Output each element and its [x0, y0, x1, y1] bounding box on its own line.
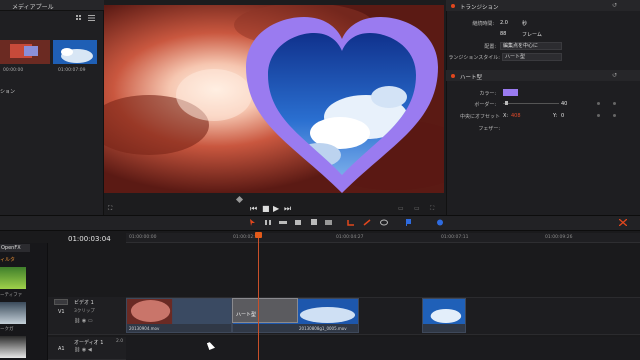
clip-name: 20130904.mov — [129, 326, 160, 331]
effect-thumbnail[interactable] — [0, 267, 26, 289]
track-mute-icon[interactable]: ⛓ ◉ ◀ — [74, 347, 92, 353]
zoom-icon[interactable]: ⛶ — [108, 205, 112, 213]
keyframe-icon[interactable] — [597, 102, 600, 105]
viewer-frame[interactable] — [104, 5, 444, 193]
audio-track-lane[interactable] — [126, 337, 640, 360]
thumbnail-label: 00:00:00 — [3, 68, 24, 73]
media-thumbnail[interactable] — [0, 40, 50, 64]
clip-name: 20130808g1_0005.mov — [299, 326, 347, 331]
border-label: ボーダー: — [474, 102, 496, 108]
ruler-tick-label: 01:00:02: — [233, 235, 255, 240]
stop-icon[interactable]: ■ — [262, 205, 270, 213]
heart-color-swatch[interactable] — [503, 89, 518, 96]
insert-icon[interactable] — [325, 219, 333, 226]
link-icon[interactable] — [363, 219, 371, 226]
audio-track-name: オーディオ 1 — [74, 340, 104, 346]
audio-track-id: A1 — [58, 346, 65, 352]
alignment-dropdown[interactable]: 編集点を中心に — [500, 42, 562, 50]
duration-label: 継続時間: — [472, 21, 494, 27]
offset-x-label: X: — [503, 113, 509, 119]
effect-label: ーティファ — [0, 293, 23, 298]
border-slider[interactable] — [503, 103, 559, 104]
filter-list-label[interactable]: ィルタ — [0, 256, 15, 263]
transition-label: ハート型 — [236, 312, 257, 318]
border-slider-handle[interactable] — [505, 101, 508, 105]
duration-value[interactable]: 2.0 — [500, 20, 508, 26]
effect-thumbnail[interactable] — [0, 336, 26, 358]
reset-icon[interactable]: ↺ — [612, 72, 617, 79]
overwrite-icon[interactable] — [295, 219, 303, 226]
dynamic-trim-icon[interactable] — [279, 219, 287, 226]
ruler-tick-label: 01:00:04:27 — [336, 235, 364, 240]
media-pool-panel — [0, 0, 104, 215]
transition-style-label: ランジションスタイル: — [448, 55, 500, 61]
duration-unit: 秒 — [522, 21, 528, 27]
timeline-clip[interactable]: 20130904.mov — [126, 298, 232, 333]
media-pool-title: メディアプール — [12, 4, 54, 11]
section-enable-icon[interactable] — [451, 74, 455, 78]
media-thumbnail[interactable] — [53, 40, 97, 64]
audio-track-channels: 2.0 — [116, 339, 124, 344]
replace-icon[interactable] — [310, 219, 318, 226]
list-view-icon[interactable] — [88, 15, 95, 21]
rewind-icon[interactable]: ⏮ — [250, 205, 257, 213]
video-track-clip-count: 3クリップ — [74, 309, 95, 314]
offset-y-label: Y: — [553, 113, 558, 119]
timeline-clip[interactable] — [422, 298, 466, 333]
transition-style-dropdown[interactable]: ハート型 — [502, 53, 562, 61]
thumbnail-label: 01:00:07:09 — [58, 68, 86, 73]
feather-label: フェザー: — [478, 126, 500, 132]
reset-icon[interactable]: ↺ — [612, 2, 617, 9]
frames-unit: フレーム — [522, 32, 542, 38]
track-select-box[interactable] — [54, 299, 68, 305]
keyframe-icon[interactable] — [613, 102, 616, 105]
timeline-timecode: 01:00:03:04 — [68, 235, 111, 243]
fullscreen-icon[interactable]: ⛶ — [430, 205, 434, 213]
video-track-id: V1 — [58, 309, 65, 315]
border-value[interactable]: 40 — [561, 101, 567, 107]
openfx-tab[interactable]: OpenFX — [0, 244, 30, 252]
grid-view-icon[interactable] — [76, 15, 83, 21]
viewer-option-icon[interactable]: ▭ — [398, 205, 404, 213]
flag-icon[interactable] — [405, 219, 413, 226]
frames-value[interactable]: 88 — [500, 31, 506, 37]
offset-y-value[interactable]: 0 — [561, 113, 564, 119]
snap-icon[interactable] — [347, 219, 355, 226]
trim-icon[interactable] — [264, 219, 272, 226]
track-lock-icon[interactable]: ⛓ ◉ ▭ — [74, 318, 93, 324]
ruler-tick-label: 01:00:00:00 — [129, 235, 157, 240]
transition-section-title: トランジション — [460, 5, 499, 11]
section-enable-icon[interactable] — [451, 4, 455, 8]
forward-icon[interactable]: ⏭ — [284, 205, 291, 213]
color-label: カラー: — [479, 91, 496, 97]
heart-section-title: ハート型 — [460, 75, 483, 81]
timeline-playhead[interactable] — [258, 233, 259, 360]
keyframe-icon[interactable] — [597, 114, 600, 117]
select-icon[interactable] — [249, 219, 257, 226]
effect-thumbnail[interactable] — [0, 302, 26, 324]
edit-toolbar — [0, 215, 640, 231]
offset-x-value[interactable]: 408 — [511, 113, 521, 119]
offset-label: 中央にオフセット — [459, 114, 500, 120]
playhead-handle[interactable] — [255, 232, 262, 238]
ruler-tick-label: 01:00:07:11 — [441, 235, 469, 240]
play-icon[interactable]: ▶ — [273, 205, 279, 213]
ruler-tick-label: 01:00:09:26 — [545, 235, 573, 240]
scissors-icon[interactable] — [619, 219, 627, 226]
video-track-name: ビデオ 1 — [74, 300, 94, 306]
loop-icon[interactable] — [380, 219, 388, 226]
viewer-option-icon[interactable]: ▭ — [414, 205, 420, 213]
alignment-label: 配置: — [484, 44, 496, 50]
keyframe-icon[interactable] — [613, 114, 616, 117]
marker-icon[interactable] — [436, 219, 444, 226]
effect-label: ークガ — [0, 327, 14, 332]
effects-library-label: ション — [0, 89, 16, 95]
